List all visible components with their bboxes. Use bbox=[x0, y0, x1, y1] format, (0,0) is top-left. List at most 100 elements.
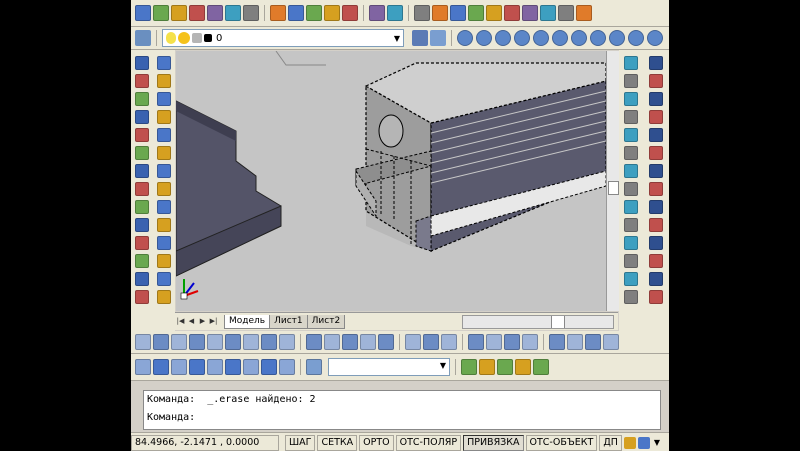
lock-icon[interactable] bbox=[623, 436, 636, 449]
revcloud-icon[interactable] bbox=[135, 182, 149, 196]
markup-icon[interactable] bbox=[558, 5, 574, 21]
scroll-thumb[interactable] bbox=[608, 181, 619, 195]
chevron-down-icon[interactable]: ▼ bbox=[654, 438, 660, 447]
vertical-scrollbar[interactable] bbox=[606, 51, 619, 311]
3d-move-icon[interactable] bbox=[468, 334, 484, 350]
sphere-icon[interactable] bbox=[207, 334, 223, 350]
zoom-scale-icon[interactable] bbox=[552, 30, 568, 46]
planar-surface-icon[interactable] bbox=[306, 334, 322, 350]
jogged-icon[interactable] bbox=[649, 146, 663, 160]
grid-toggle[interactable]: СЕТКА bbox=[317, 434, 358, 451]
properties-icon[interactable] bbox=[486, 5, 502, 21]
camera-icon[interactable] bbox=[279, 359, 295, 375]
make-block-icon[interactable] bbox=[135, 272, 149, 286]
construction-line-icon[interactable] bbox=[135, 74, 149, 88]
baseline-icon[interactable] bbox=[649, 218, 663, 232]
swivel-icon[interactable] bbox=[207, 359, 223, 375]
extend-icon[interactable] bbox=[157, 236, 171, 250]
cut-icon[interactable] bbox=[270, 5, 286, 21]
last-tab-button[interactable]: ▶| bbox=[208, 316, 219, 327]
midpoint-icon[interactable] bbox=[624, 110, 638, 124]
blockeditor-icon[interactable] bbox=[342, 5, 358, 21]
intersect-icon[interactable] bbox=[441, 334, 457, 350]
copy-icon[interactable] bbox=[288, 5, 304, 21]
endpoint-icon[interactable] bbox=[624, 92, 638, 106]
box-icon[interactable] bbox=[153, 334, 169, 350]
zoom3d-icon[interactable] bbox=[261, 359, 277, 375]
command-area[interactable]: Команда: _.erase найдено: 2 Команда: bbox=[143, 390, 661, 430]
rectangle-icon[interactable] bbox=[135, 128, 149, 142]
tool-palettes-icon[interactable] bbox=[522, 5, 538, 21]
make-current-icon[interactable] bbox=[412, 30, 428, 46]
subtract-icon[interactable] bbox=[423, 334, 439, 350]
chevron-down-icon[interactable]: ▼ bbox=[440, 361, 446, 370]
3d-hidden-icon[interactable] bbox=[497, 359, 513, 375]
presspull-icon[interactable] bbox=[324, 334, 340, 350]
visual-style-icon[interactable] bbox=[461, 359, 477, 375]
circle-icon[interactable] bbox=[135, 164, 149, 178]
zoom-object-icon[interactable] bbox=[590, 30, 606, 46]
realistic-icon[interactable] bbox=[515, 359, 531, 375]
zoom-in2-icon[interactable] bbox=[609, 30, 625, 46]
temp-track-icon[interactable] bbox=[624, 56, 638, 70]
ordinate-icon[interactable] bbox=[649, 110, 663, 124]
paste-icon[interactable] bbox=[306, 5, 322, 21]
pyramid-icon[interactable] bbox=[261, 334, 277, 350]
plot-icon[interactable] bbox=[243, 5, 259, 21]
center-icon[interactable] bbox=[624, 182, 638, 196]
command-prompt[interactable]: Команда: bbox=[144, 409, 660, 427]
publish-icon[interactable] bbox=[225, 5, 241, 21]
extension-icon[interactable] bbox=[624, 164, 638, 178]
chevron-down-icon[interactable]: ▼ bbox=[394, 34, 400, 43]
line-icon[interactable] bbox=[135, 56, 149, 70]
thicken-icon[interactable] bbox=[585, 334, 601, 350]
cone-icon[interactable] bbox=[189, 334, 205, 350]
parallel-icon[interactable] bbox=[624, 254, 638, 268]
tab-layout1[interactable]: Лист1 bbox=[269, 314, 308, 329]
arc-length-icon[interactable] bbox=[649, 92, 663, 106]
ortho-toggle[interactable]: ОРТО bbox=[359, 434, 394, 451]
new-icon[interactable] bbox=[135, 5, 151, 21]
layer-manager-icon[interactable] bbox=[135, 30, 151, 46]
zoom-out2-icon[interactable] bbox=[628, 30, 644, 46]
zoom-dynamic-icon[interactable] bbox=[533, 30, 549, 46]
tangent-icon[interactable] bbox=[624, 218, 638, 232]
stretch-icon[interactable] bbox=[157, 200, 171, 214]
2d-wireframe-icon[interactable] bbox=[479, 359, 495, 375]
erase-icon[interactable] bbox=[157, 56, 171, 70]
explode-icon[interactable] bbox=[157, 290, 171, 304]
zoom-in-icon[interactable] bbox=[457, 30, 473, 46]
join-icon[interactable] bbox=[157, 272, 171, 286]
3d-align-icon[interactable] bbox=[504, 334, 520, 350]
3d-array-icon[interactable] bbox=[522, 334, 538, 350]
render-icon[interactable] bbox=[603, 334, 619, 350]
undo-icon[interactable] bbox=[369, 5, 385, 21]
section-icon[interactable] bbox=[549, 334, 565, 350]
insert-block-icon[interactable] bbox=[135, 254, 149, 268]
preview-icon[interactable] bbox=[207, 5, 223, 21]
continue-icon[interactable] bbox=[649, 236, 663, 250]
named-views-icon[interactable] bbox=[306, 359, 322, 375]
conceptual-icon[interactable] bbox=[533, 359, 549, 375]
quadrant-icon[interactable] bbox=[624, 200, 638, 214]
layer-dropdown[interactable]: 0 ▼ bbox=[162, 29, 404, 47]
intersection-icon[interactable] bbox=[624, 128, 638, 142]
pan-icon[interactable] bbox=[414, 5, 430, 21]
loft-icon[interactable] bbox=[378, 334, 394, 350]
revolve-icon[interactable] bbox=[360, 334, 376, 350]
3d-rotate-icon[interactable] bbox=[486, 334, 502, 350]
zoom-previous-icon[interactable] bbox=[468, 5, 484, 21]
dim-edit-icon[interactable] bbox=[649, 290, 663, 304]
walk-icon[interactable] bbox=[225, 359, 241, 375]
quick-dim-icon[interactable] bbox=[649, 200, 663, 214]
zoom-all-icon[interactable] bbox=[495, 30, 511, 46]
rotate-icon[interactable] bbox=[157, 164, 171, 178]
cylinder-icon[interactable] bbox=[225, 334, 241, 350]
horizontal-scrollbar[interactable] bbox=[462, 314, 614, 329]
layer-previous-icon[interactable] bbox=[430, 30, 446, 46]
arc-icon[interactable] bbox=[135, 146, 149, 160]
union-icon[interactable] bbox=[405, 334, 421, 350]
open-icon[interactable] bbox=[153, 5, 169, 21]
node-icon[interactable] bbox=[624, 290, 638, 304]
point-icon[interactable] bbox=[135, 290, 149, 304]
